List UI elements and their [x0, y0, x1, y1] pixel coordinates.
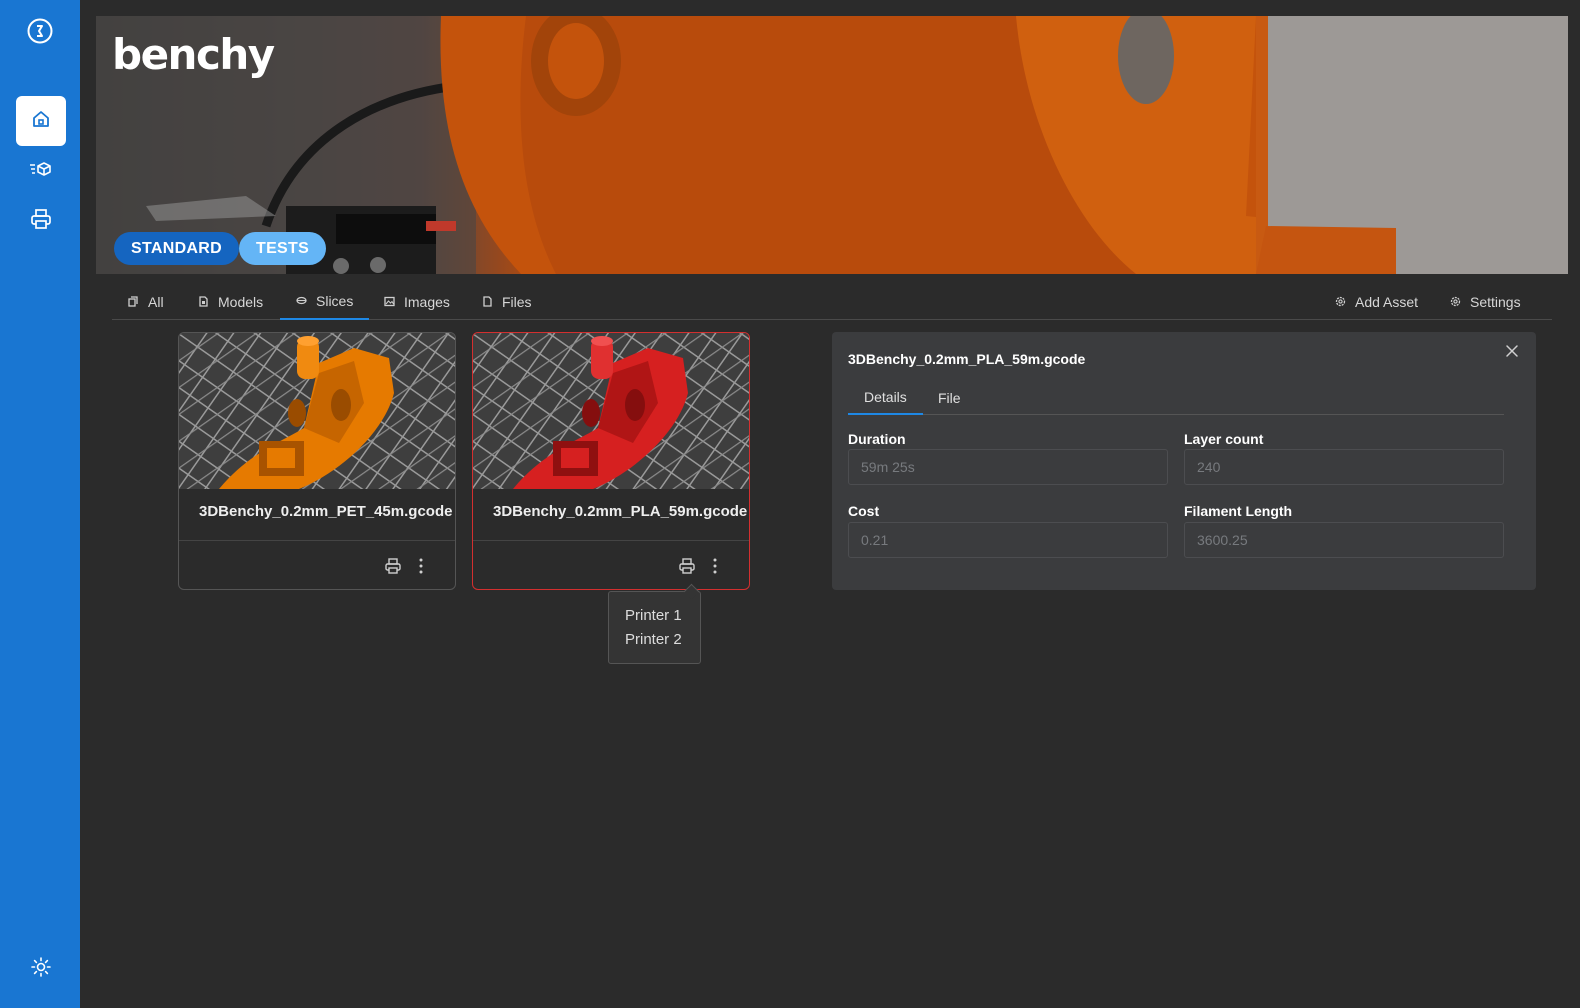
slice-icon — [296, 293, 316, 309]
tag-standard[interactable]: STANDARD — [114, 232, 239, 265]
detail-title: 3DBenchy_0.2mm_PLA_59m.gcode — [848, 351, 1086, 367]
layer-count-label: Layer count — [1184, 431, 1264, 447]
card-actions — [473, 541, 749, 589]
sun-icon — [31, 956, 51, 982]
project-title: benchy — [112, 30, 275, 79]
filament-length-field[interactable] — [1184, 522, 1504, 558]
printer-icon — [30, 208, 52, 235]
printer-icon[interactable] — [678, 557, 696, 575]
printer-menu-item[interactable]: Printer 1 — [625, 606, 700, 630]
slice-card[interactable]: 3DBenchy_0.2mm_PLA_59m.gcode — [472, 332, 750, 590]
tab-slices[interactable]: Slices — [280, 284, 370, 320]
tab-slices-label: Slices — [316, 293, 354, 309]
tab-files[interactable]: Files — [466, 284, 548, 320]
printer-menu-item[interactable]: Printer 2 — [625, 630, 700, 654]
slice-name: 3DBenchy_0.2mm_PET_45m.gcode — [179, 489, 455, 541]
all-assets-icon — [128, 294, 148, 310]
tab-images-label: Images — [404, 294, 450, 310]
tab-details[interactable]: Details — [848, 380, 923, 415]
close-icon[interactable] — [1504, 343, 1520, 359]
tag-tests[interactable]: TESTS — [239, 232, 327, 265]
project-banner: benchy STANDARD TESTS — [96, 16, 1568, 274]
tab-file[interactable]: File — [922, 380, 977, 415]
tab-images[interactable]: Images — [368, 284, 466, 320]
slice-name: 3DBenchy_0.2mm_PLA_59m.gcode — [473, 489, 749, 541]
home-icon — [31, 109, 51, 134]
slice-thumbnail — [179, 333, 455, 489]
file-icon — [482, 294, 502, 310]
asset-tabs: All Models Slices Images Files Add Asset… — [112, 284, 1552, 320]
printer-menu: Printer 1 Printer 2 — [608, 591, 701, 664]
cost-field[interactable] — [848, 522, 1168, 558]
image-icon — [384, 294, 404, 310]
sidebar-item-printers[interactable] — [16, 196, 66, 246]
card-actions — [179, 541, 455, 589]
model-file-icon — [198, 294, 218, 310]
logo-icon[interactable] — [27, 18, 53, 44]
printer-icon[interactable] — [384, 557, 402, 575]
settings-label: Settings — [1470, 294, 1521, 310]
sidebar-item-home[interactable] — [16, 96, 66, 146]
duration-label: Duration — [848, 431, 906, 447]
gear-icon — [1450, 294, 1470, 310]
tab-all-label: All — [148, 294, 164, 310]
detail-tabs: Details File — [848, 380, 1504, 415]
add-asset-label: Add Asset — [1355, 294, 1419, 310]
settings-button[interactable]: Settings — [1434, 284, 1537, 320]
duration-field[interactable] — [848, 449, 1168, 485]
tab-all[interactable]: All — [112, 284, 180, 320]
sidebar — [0, 0, 80, 1008]
tab-files-label: Files — [502, 294, 532, 310]
add-asset-button[interactable]: Add Asset — [1319, 284, 1434, 320]
slice-detail-panel: 3DBenchy_0.2mm_PLA_59m.gcode Details Fil… — [832, 332, 1536, 590]
gear-icon — [1335, 294, 1355, 310]
cost-label: Cost — [848, 503, 880, 519]
cube-list-icon — [29, 161, 53, 182]
filament-length-label: Filament Length — [1184, 503, 1293, 519]
more-vertical-icon[interactable] — [707, 556, 723, 576]
more-vertical-icon[interactable] — [413, 556, 429, 576]
tab-models[interactable]: Models — [182, 284, 279, 320]
slice-card[interactable]: 3DBenchy_0.2mm_PET_45m.gcode — [178, 332, 456, 590]
tab-models-label: Models — [218, 294, 264, 310]
slice-thumbnail — [473, 333, 749, 489]
sidebar-item-models[interactable] — [16, 146, 66, 196]
theme-toggle-button[interactable] — [16, 944, 66, 994]
layer-count-field[interactable] — [1184, 449, 1504, 485]
